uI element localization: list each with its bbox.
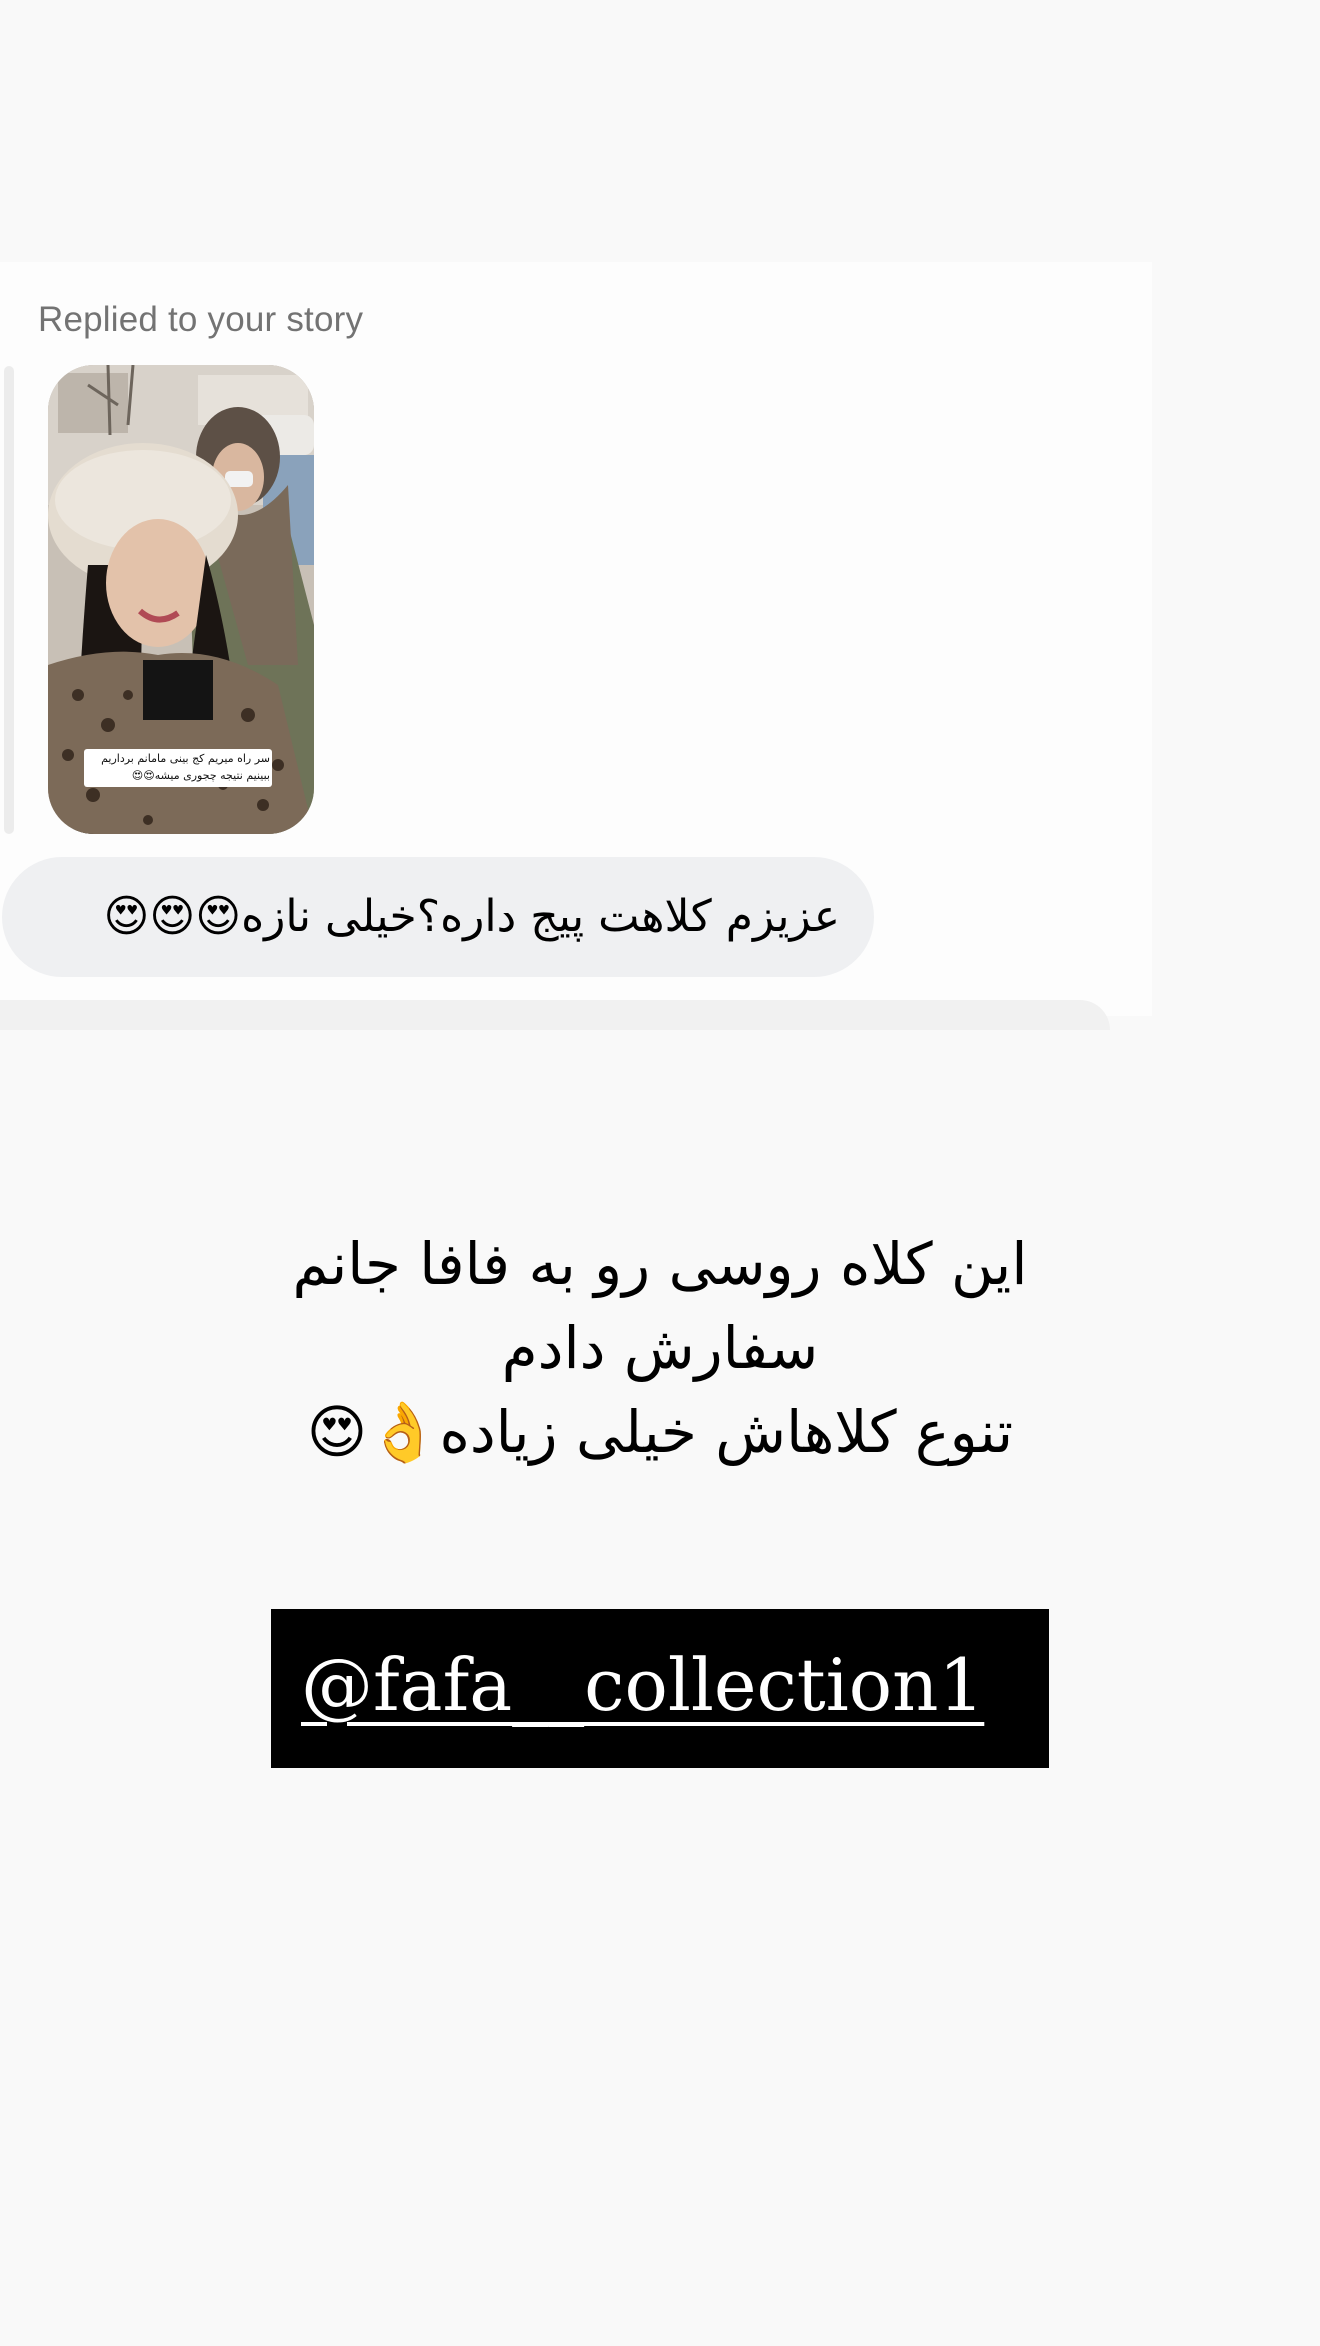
story-text: این کلاه روسی رو به فافا جانم سفارش دادم… xyxy=(292,1230,1028,1466)
story-thumbnail[interactable]: سر راه میریم کج بینی مامانم برداریم ببین… xyxy=(48,365,314,834)
story-caption: سر راه میریم کج بینی مامانم برداریم ببین… xyxy=(101,752,270,782)
mention-sticker[interactable]: @fafa__collection1 xyxy=(271,1609,1049,1768)
message-bubble[interactable]: عزیزم کلاهت پیج داره؟خیلی نازه😍😍😍 xyxy=(2,857,874,977)
next-message-edge xyxy=(0,1000,1110,1030)
reply-quote-bar xyxy=(4,366,14,834)
message-text: عزیزم کلاهت پیج داره؟خیلی نازه😍😍😍 xyxy=(103,891,840,942)
replied-to-story-label: Replied to your story xyxy=(38,300,364,339)
mention-handle[interactable]: @fafa__collection1 xyxy=(301,1643,984,1727)
